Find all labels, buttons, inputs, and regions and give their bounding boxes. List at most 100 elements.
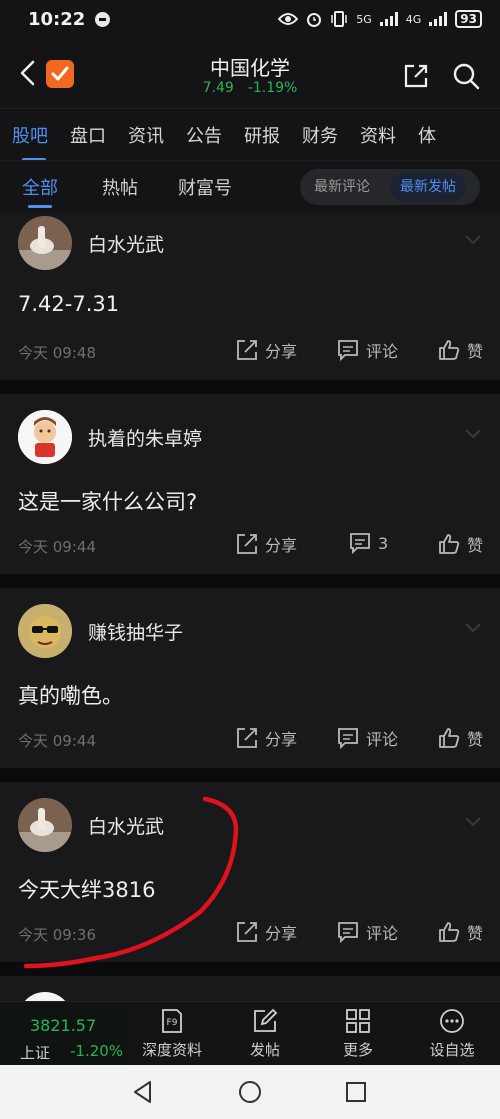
market-index[interactable]: 3821.57 上证 -1.20% [0,1002,126,1066]
main-tabs: 股吧 盘口 资讯 公告 研报 财务 资料 体 [0,108,500,160]
post-card[interactable]: 白水光武 7.42-7.31 今天 09:48 分享 评论 赞 [0,212,500,380]
post-author[interactable]: 白水光武 [88,230,164,257]
status-bar: 10:22 5G 4G 93 [0,0,500,38]
thumbs-up-icon [439,534,460,554]
add-watchlist-label: 设自选 [429,1041,475,1059]
chevron-down-icon[interactable] [464,428,482,440]
avatar[interactable] [18,992,72,1001]
like-button[interactable]: 赞 [438,726,483,750]
post-content[interactable]: 真的嘞色。 [18,680,123,710]
comment-button[interactable]: 评论 [337,338,398,362]
post-time: 今天 09:44 [18,538,96,556]
comment-count: 3 [378,533,389,553]
thumbs-up-icon [439,340,460,360]
share-icon [237,728,257,748]
chevron-down-icon[interactable] [464,234,482,246]
avatar[interactable] [18,604,72,658]
chevron-down-icon[interactable] [464,816,482,828]
tab-more-cut[interactable]: 体 [407,122,447,148]
comment-label: 评论 [366,342,399,361]
sort-latest-post[interactable]: 最新发帖 [390,173,466,201]
signal-icon-2 [429,12,448,26]
post-content[interactable]: 这是一家什么公司? [18,486,197,516]
share-icon [237,534,257,554]
deep-data-label: 深度资料 [141,1041,202,1059]
like-label: 赞 [467,924,484,943]
tab-news[interactable]: 资讯 [117,122,175,148]
index-change: -1.20% [70,1042,124,1060]
status-icons: 5G 4G 93 [278,10,482,28]
share-button[interactable]: 分享 [236,920,297,944]
share-button[interactable]: 分享 [236,726,297,750]
tab-finance[interactable]: 财务 [291,122,349,148]
more-button[interactable]: 更多 [313,1006,403,1060]
thumbs-up-icon [439,728,460,748]
more-label: 更多 [342,1041,373,1059]
avatar-image [18,604,72,658]
signal-icon-1 [379,12,398,26]
avatar-image [18,216,72,270]
share-icon[interactable] [402,62,430,90]
vibrate-icon [331,11,347,27]
deep-data-button[interactable]: F9 深度资料 [127,1006,217,1060]
nav-home-icon[interactable] [237,1079,263,1105]
comment-button[interactable]: 评论 [337,726,398,750]
sub-tabs: 全部 热帖 财富号 最新评论 最新发帖 [0,160,500,212]
chevron-down-icon[interactable] [464,622,482,634]
share-label: 分享 [265,342,298,361]
tab-profile[interactable]: 资料 [349,122,407,148]
share-button[interactable]: 分享 [236,532,297,556]
sort-latest-comment[interactable]: 最新评论 [304,173,380,201]
add-watchlist-button[interactable]: 设自选 [407,1006,497,1060]
network-4g: 4G [405,12,422,26]
avatar-image [18,410,72,464]
like-button[interactable]: 赞 [438,920,483,944]
post-content[interactable]: 7.42-7.31 [18,292,119,316]
share-icon [237,922,257,942]
share-button[interactable]: 分享 [236,338,297,362]
status-time: 10:22 [28,8,86,30]
nav-recents-icon[interactable] [343,1079,369,1105]
tab-research[interactable]: 研报 [233,122,291,148]
edit-icon [254,1008,278,1032]
alarm-icon [307,13,322,27]
f9-document-icon: F9 [162,1009,182,1033]
avatar[interactable] [18,798,72,852]
search-icon[interactable] [452,62,480,90]
tab-guba[interactable]: 股吧 [0,122,59,160]
new-post-label: 发帖 [249,1041,280,1059]
share-label: 分享 [265,924,298,943]
subtab-all[interactable]: 全部 [22,174,58,200]
subtab-fortune[interactable]: 财富号 [178,174,232,200]
avatar[interactable] [18,410,72,464]
like-label: 赞 [467,536,484,555]
like-button[interactable]: 赞 [438,532,483,556]
post-time: 今天 09:36 [18,926,96,944]
comment-button[interactable]: 3 [349,532,388,554]
post-content[interactable]: 今天大绊3816 [18,874,155,904]
post-card[interactable]: 白水光武 今天大绊3816 今天 09:36 分享 评论 赞 [0,782,500,962]
subtab-hot[interactable]: 热帖 [102,174,138,200]
share-label: 分享 [265,536,298,555]
nav-back-icon[interactable] [130,1079,156,1105]
post-author[interactable]: 赚钱抽华子 [88,618,183,645]
post-card[interactable]: 赚钱抽华子 真的嘞色。 今天 09:44 分享 评论 赞 [0,588,500,768]
comment-button[interactable]: 评论 [337,920,398,944]
like-label: 赞 [467,730,484,749]
like-button[interactable]: 赞 [438,338,483,362]
index-name: 上证 [20,1044,51,1062]
stock-price: 7.49 [202,80,234,96]
index-value: 3821.57 [30,1016,97,1035]
post-card[interactable]: 执着的朱卓婷 这是一家什么公司? 今天 09:44 分享 3 赞 [0,394,500,574]
new-post-button[interactable]: 发帖 [220,1006,310,1060]
avatar[interactable] [18,216,72,270]
post-author[interactable]: 执着的朱卓婷 [88,424,202,451]
post-card[interactable] [0,976,500,1001]
tab-pankou[interactable]: 盘口 [59,122,117,148]
comment-label: 评论 [366,924,399,943]
tab-announcements[interactable]: 公告 [175,122,233,148]
post-author[interactable]: 白水光武 [88,812,164,839]
network-5g: 5G [356,12,372,26]
stock-change: -1.19% [247,80,298,96]
recording-icon [95,11,111,27]
